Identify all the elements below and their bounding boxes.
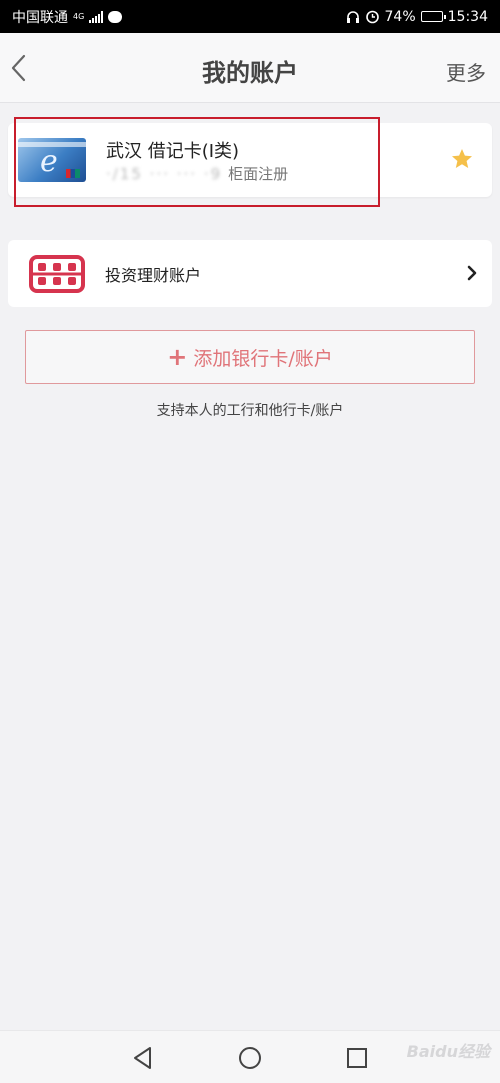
watermark-logo: Baidu经验 — [406, 1042, 490, 1061]
bank-card-item[interactable]: e 武汉 借记卡(I类) ·/15 ··· ··· ·9 柜面注册 — [8, 123, 492, 197]
card-thumbnail: e — [18, 138, 86, 182]
unionpay-icon — [66, 169, 80, 178]
status-right: 74% 15:34 — [346, 9, 488, 25]
card-thumb-logo: e — [40, 144, 58, 179]
page-title: 我的账户 — [202, 59, 298, 87]
message-icon — [108, 10, 123, 23]
battery-icon — [420, 11, 446, 22]
card-registration: 柜面注册 — [228, 165, 289, 183]
clock: 15:34 — [447, 8, 488, 25]
battery-percent: 74% — [384, 8, 416, 25]
status-bar: 中国联通 4G 74% 15:34 — [0, 0, 500, 33]
card-name: 武汉 借记卡(I类) — [106, 141, 240, 162]
plus-icon: + — [167, 343, 188, 371]
chevron-right-icon — [467, 265, 477, 281]
nav-back-icon[interactable] — [130, 1045, 156, 1071]
add-card-label: 添加银行卡/账户 — [193, 347, 333, 370]
carrier-label: 中国联通 — [12, 9, 68, 26]
card-number-masked: ·/15 ··· ··· ·9 — [106, 164, 223, 183]
investment-account-item[interactable]: 投资理财账户 — [8, 240, 492, 307]
favorite-star-icon[interactable] — [450, 147, 474, 171]
nav-recents-icon[interactable] — [344, 1045, 370, 1071]
app-header: 我的账户 更多 — [0, 33, 500, 103]
more-button[interactable]: 更多 — [446, 57, 486, 86]
card-details: ·/15 ··· ··· ·9 柜面注册 — [106, 163, 288, 184]
nav-home-icon[interactable] — [237, 1045, 263, 1071]
alarm-icon — [365, 10, 379, 24]
signal-icon — [89, 10, 104, 23]
headset-icon — [346, 10, 359, 23]
status-left: 中国联通 4G — [12, 7, 123, 27]
network-type: 4G — [73, 11, 85, 21]
investment-account-label: 投资理财账户 — [105, 266, 202, 285]
network-label: 4G — [73, 11, 85, 21]
abacus-icon — [29, 255, 85, 293]
add-card-button[interactable]: + 添加银行卡/账户 — [25, 330, 475, 384]
add-card-hint: 支持本人的工行和他行卡/账户 — [156, 403, 344, 419]
